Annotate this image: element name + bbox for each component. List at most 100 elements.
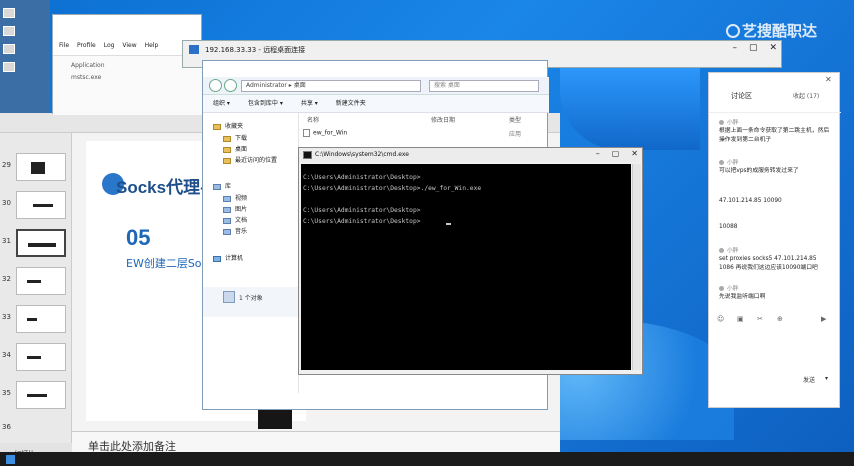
avatar — [719, 248, 724, 253]
back-icon[interactable] — [209, 79, 222, 92]
include-in-library-button[interactable]: 包含到库中 ▾ — [248, 95, 283, 112]
console-line: C:\Users\Administrator\Desktop> — [303, 207, 421, 214]
slide-thumbnail[interactable] — [16, 305, 66, 333]
task-window-body: Application mstsc.exe — [53, 55, 203, 115]
taskbar — [0, 452, 854, 466]
console-output[interactable]: C:\Users\Administrator\Desktop> C:\Users… — [301, 164, 631, 370]
message-author: 小胖 — [719, 117, 739, 126]
selection-icon — [223, 291, 235, 303]
slide-thumbnail[interactable] — [16, 381, 66, 409]
mention-icon[interactable]: ⊕ — [777, 315, 783, 323]
message-text: 先说我监听端口啊 — [719, 294, 766, 300]
explorer-toolbar: 组织 ▾ 包含到库中 ▾ 共享 ▾ 新建文件夹 — [203, 95, 549, 113]
file-row[interactable]: ew_for_Win — [303, 129, 347, 137]
close-icon[interactable]: ✕ — [825, 75, 832, 84]
message-text: set proxies socks5 47.101.214.85 1086 再说… — [719, 256, 818, 271]
menu-log[interactable]: Log — [104, 39, 115, 53]
close-icon[interactable]: ✕ — [769, 43, 777, 53]
explorer-status-bar: 1 个对象 — [203, 287, 299, 317]
search-input[interactable]: 搜索 桌面 — [429, 80, 539, 92]
slide-thumbnail[interactable] — [16, 267, 66, 295]
organize-button[interactable]: 组织 ▾ — [213, 95, 230, 112]
nav-item-favorites[interactable]: 收藏夹 — [213, 121, 243, 130]
slide-number-label: 34 — [2, 351, 11, 359]
library-icon — [223, 195, 231, 202]
close-icon[interactable]: ✕ — [631, 149, 638, 158]
nav-item-libraries[interactable]: 库 — [213, 181, 231, 190]
slide-section-number: 05 — [126, 225, 151, 250]
nav-item-computer[interactable]: 计算机 — [213, 253, 243, 262]
slide-thumbnail[interactable] — [16, 343, 66, 371]
menu-view[interactable]: View — [122, 39, 136, 53]
slide-thumbnail-selected[interactable] — [16, 229, 66, 257]
folder-icon — [223, 135, 231, 142]
nav-item-desktop[interactable]: 桌面 — [223, 144, 247, 153]
maximize-icon[interactable]: ▢ — [749, 43, 758, 53]
item-count: 1 个对象 — [239, 295, 263, 302]
slide-number-label: 29 — [2, 161, 11, 169]
desktop-icon[interactable] — [3, 8, 15, 18]
minimize-icon[interactable]: – — [732, 43, 737, 53]
start-icon[interactable] — [6, 455, 15, 464]
wallpaper-shape — [560, 60, 700, 150]
menu-file[interactable]: File — [59, 39, 69, 53]
avatar — [719, 120, 724, 125]
chevron-down-icon[interactable]: ▾ — [825, 375, 828, 382]
column-type[interactable]: 类型 — [509, 115, 521, 124]
console-line: C:\Users\Administrator\Desktop>./ew_for_… — [303, 185, 482, 192]
nav-item-pictures[interactable]: 图片 — [223, 204, 247, 213]
image-icon[interactable]: ▣ — [737, 315, 744, 323]
nav-item-videos[interactable]: 视频 — [223, 193, 247, 202]
new-folder-button[interactable]: 新建文件夹 — [336, 95, 366, 112]
menu-help[interactable]: Help — [145, 39, 159, 53]
avatar — [719, 160, 724, 165]
slide-thumbnail[interactable] — [16, 191, 66, 219]
file-type: 应用 — [509, 131, 522, 138]
cursor-icon — [446, 218, 451, 225]
nav-item-documents[interactable]: 文档 — [223, 215, 247, 224]
slide-number-label: 33 — [2, 313, 11, 321]
computer-icon — [213, 255, 221, 262]
cut-icon[interactable]: ✂ — [757, 315, 763, 323]
slide-thumbnail[interactable] — [16, 153, 66, 181]
play-icon[interactable]: ▶ — [821, 315, 826, 323]
desktop-icon[interactable] — [3, 26, 15, 36]
share-button[interactable]: 共享 ▾ — [301, 95, 318, 112]
nav-item-music[interactable]: 音乐 — [223, 226, 247, 235]
send-button[interactable]: 发送 — [803, 375, 815, 384]
folder-icon — [223, 157, 231, 164]
process-name[interactable]: mstsc.exe — [71, 74, 101, 81]
slide-number-label: 32 — [2, 275, 11, 283]
maximize-icon[interactable]: ▢ — [612, 149, 620, 158]
forward-icon[interactable] — [224, 79, 237, 92]
navigation-pane: 收藏夹 下载 桌面 最近访问的位置 库 视频 图片 文档 音乐 计算机 — [203, 113, 299, 393]
discussion-header: ✕ 讨论区 收起 (17) — [709, 73, 841, 113]
message-text: 可以把vps的成服务转发过来了 — [719, 168, 799, 174]
column-header: Application — [71, 62, 105, 69]
library-icon — [213, 183, 221, 190]
task-window: File Profile Log View Help Application m… — [52, 14, 203, 115]
emoji-icon[interactable]: ☺ — [717, 315, 724, 323]
menu-profile[interactable]: Profile — [77, 39, 96, 53]
console-window[interactable]: C:\Windows\system32\cmd.exe – ▢ ✕ C:\Use… — [298, 147, 643, 375]
column-date[interactable]: 修改日期 — [431, 115, 455, 124]
column-name[interactable]: 名称 — [307, 115, 319, 124]
console-title: C:\Windows\system32\cmd.exe — [315, 151, 409, 158]
library-icon — [223, 206, 231, 213]
star-icon — [213, 123, 221, 130]
console-titlebar: C:\Windows\system32\cmd.exe – ▢ ✕ — [299, 148, 642, 162]
collapse-toggle[interactable]: 收起 (17) — [793, 91, 819, 100]
desktop-icon[interactable] — [3, 44, 15, 54]
desktop-icon[interactable] — [3, 62, 15, 72]
minimize-icon[interactable]: – — [596, 149, 600, 158]
nav-item-recent[interactable]: 最近访问的位置 — [223, 155, 277, 164]
nav-item-downloads[interactable]: 下载 — [223, 133, 247, 142]
address-bar-row: Administrator ▸ 桌面 搜索 桌面 — [203, 77, 549, 95]
task-window-menu: File Profile Log View Help — [53, 39, 203, 53]
console-window-controls: – ▢ ✕ — [596, 149, 638, 158]
message-author: 小胖 — [719, 245, 739, 254]
slide-thumbnail-panel: 29 30 31 32 33 34 35 36 — [0, 133, 72, 443]
console-scrollbar[interactable] — [632, 164, 641, 370]
address-field[interactable]: Administrator ▸ 桌面 — [241, 80, 421, 92]
watermark-text: 艺搜酷职达 — [742, 22, 818, 40]
